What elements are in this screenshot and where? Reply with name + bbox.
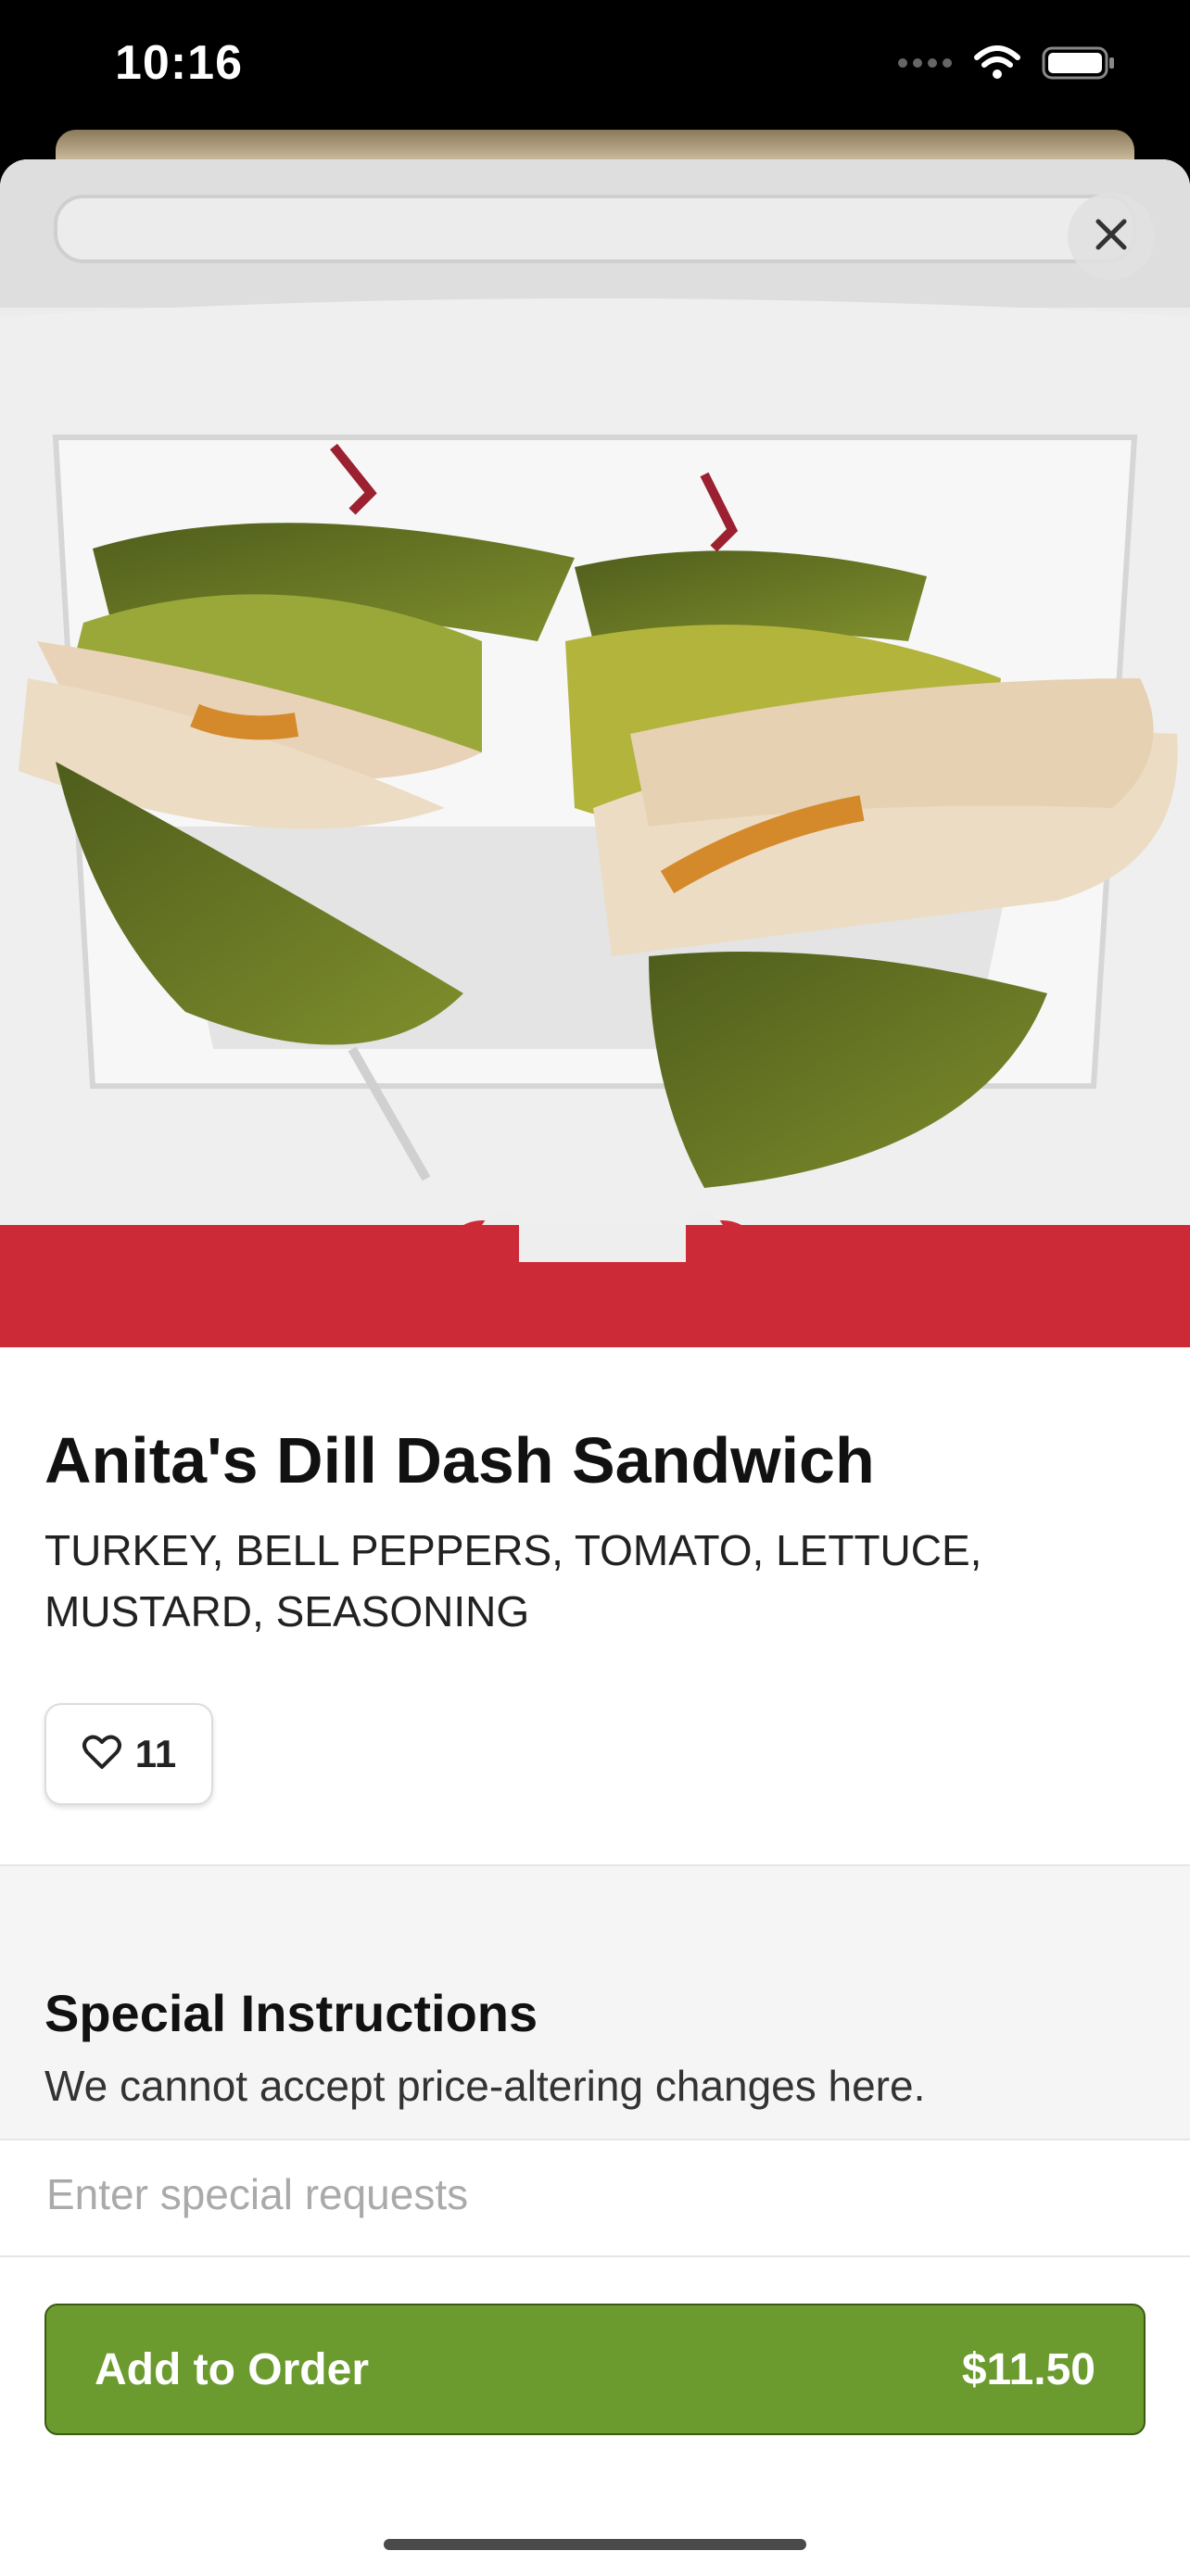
close-icon (1091, 214, 1132, 259)
order-price: $11.50 (961, 2344, 1095, 2394)
like-count: 11 (134, 1732, 177, 1775)
add-to-order-label: Add to Order (95, 2344, 369, 2394)
status-icons (897, 44, 1116, 86)
special-requests-input[interactable] (44, 2161, 1142, 2228)
signal-icon (897, 57, 953, 74)
special-instructions-subtitle: We cannot accept price-altering changes … (44, 2062, 926, 2110)
home-indicator (384, 2539, 806, 2550)
battery-icon (1042, 44, 1116, 86)
add-to-order-button[interactable]: Add to Order $11.50 (44, 2304, 1146, 2435)
special-instructions-section: Special Instructions We cannot accept pr… (0, 1864, 1190, 2309)
item-detail-sheet: Anita's Dill Dash Sandwich TURKEY, BELL … (0, 159, 1190, 2574)
like-button[interactable]: 11 (44, 1703, 213, 1805)
status-time: 10:16 (115, 36, 243, 90)
special-instructions-title: Special Instructions (44, 1984, 538, 2042)
status-bar: 10:16 (0, 0, 1190, 130)
item-title: Anita's Dill Dash Sandwich (44, 1424, 875, 1496)
sandwich-image (0, 159, 1190, 1347)
item-photo (0, 159, 1190, 1347)
special-instructions-header: Special Instructions We cannot accept pr… (0, 1864, 1190, 2140)
close-button[interactable] (1068, 193, 1155, 280)
item-description: TURKEY, BELL PEPPERS, TOMATO, LETTUCE, M… (44, 1526, 982, 1635)
order-footer: Add to Order $11.50 (0, 2255, 1190, 2576)
wifi-icon (973, 44, 1021, 86)
heart-icon (82, 1734, 122, 1775)
